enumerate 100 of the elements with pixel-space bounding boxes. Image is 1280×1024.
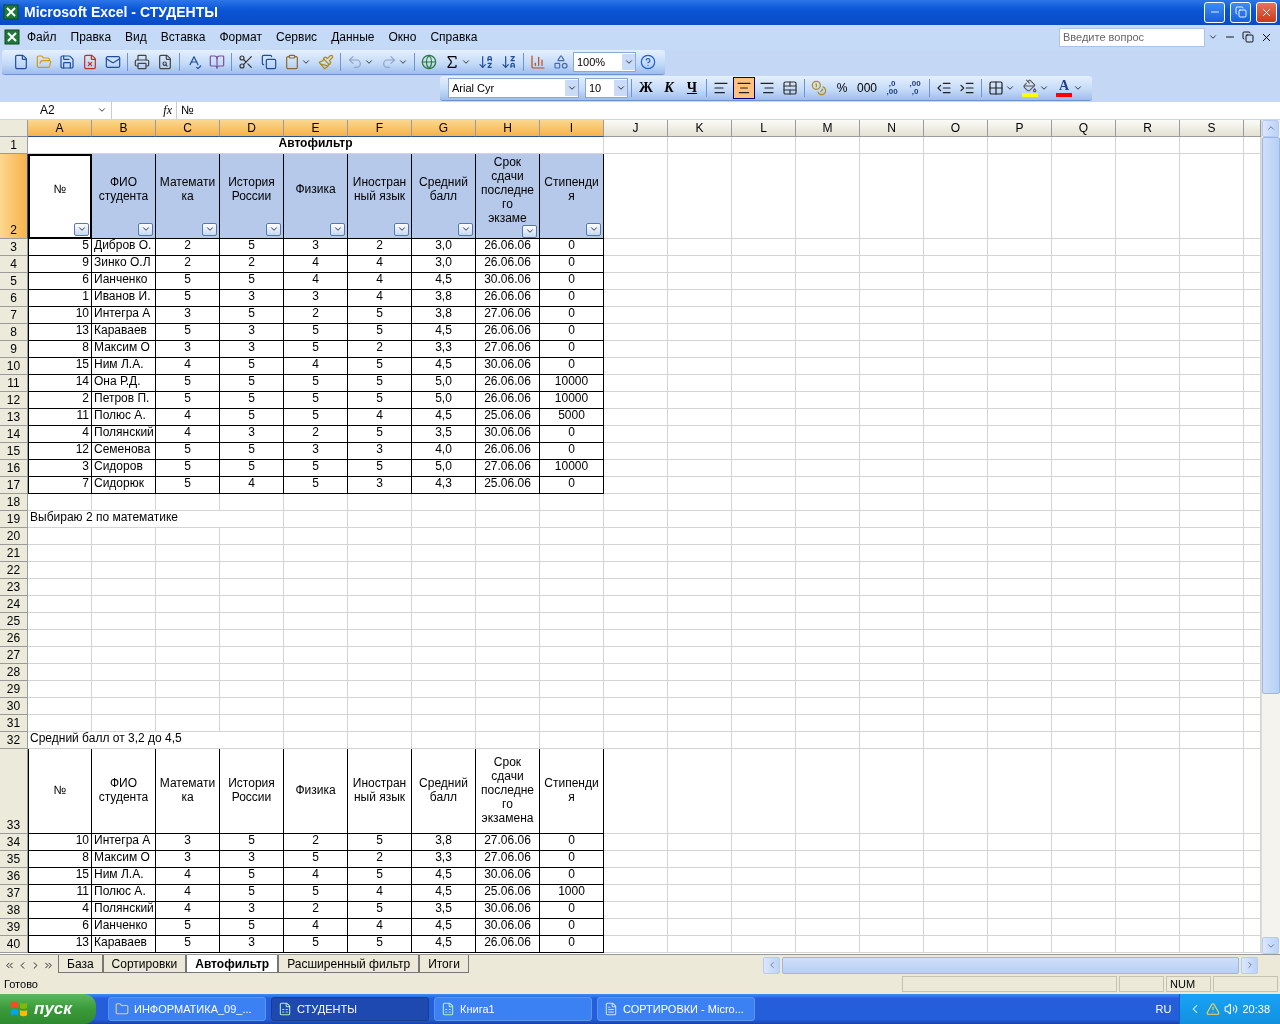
- status-text: Готово: [3, 978, 39, 991]
- filter-button[interactable]: [586, 222, 601, 236]
- taskbar-button[interactable]: Книга1: [434, 997, 592, 1021]
- thousands-button[interactable]: 000: [854, 77, 881, 100]
- start-button[interactable]: пуск: [0, 994, 96, 1024]
- taskbar-button[interactable]: СОРТИРОВКИ - Micro...: [597, 997, 755, 1021]
- menu-item[interactable]: Окно: [381, 28, 424, 47]
- table-cell: 2: [312, 423, 319, 441]
- restore-button[interactable]: [1230, 2, 1251, 23]
- decrease-decimal-button[interactable]: ,00 ,0: [904, 77, 927, 100]
- workbook-restore-button[interactable]: [1239, 31, 1257, 44]
- vertical-scrollbar[interactable]: [1261, 119, 1280, 954]
- column-header[interactable]: E: [284, 119, 348, 137]
- filter-button[interactable]: [522, 224, 537, 238]
- column-header[interactable]: [1244, 119, 1261, 137]
- table-cell: 30.06.06: [484, 865, 531, 883]
- column-header[interactable]: I: [540, 119, 604, 137]
- menu-item[interactable]: Сервис: [269, 28, 325, 47]
- column-header[interactable]: K: [668, 119, 732, 137]
- column-heading: История России: [228, 174, 275, 203]
- table-cell: 4: [184, 865, 191, 883]
- help-search-field[interactable]: Введите вопрос: [1059, 27, 1205, 47]
- table-cell: 26.06.06: [484, 372, 531, 390]
- filter-button[interactable]: [394, 222, 409, 236]
- formula-field[interactable]: №: [176, 101, 1280, 119]
- close-button[interactable]: [1256, 2, 1277, 23]
- insert-function-button[interactable]: fx: [112, 102, 176, 118]
- table-cell: 5: [184, 440, 191, 458]
- column-header[interactable]: F: [348, 119, 412, 137]
- increase-decimal-button[interactable]: ,0 ,00: [881, 77, 904, 100]
- table-cell: 5: [312, 848, 319, 866]
- align-center-button[interactable]: [733, 77, 755, 100]
- sheet-tab[interactable]: Сортировки: [102, 955, 187, 973]
- filter-button[interactable]: [74, 222, 89, 236]
- filter-button[interactable]: [330, 222, 345, 236]
- spellcheck-icon: [186, 54, 202, 71]
- column-header[interactable]: M: [796, 119, 860, 137]
- menu-item[interactable]: Файл: [20, 28, 64, 47]
- percent-button[interactable]: %: [831, 77, 853, 100]
- column-header[interactable]: P: [988, 119, 1052, 137]
- table-cell: 0: [568, 236, 575, 254]
- filter-button[interactable]: [202, 222, 217, 236]
- minimize-button[interactable]: [1204, 2, 1225, 23]
- column-header[interactable]: O: [924, 119, 988, 137]
- taskbar-button[interactable]: СТУДЕНТЫ: [271, 997, 429, 1021]
- language-indicator[interactable]: RU: [1155, 1003, 1180, 1015]
- menu-item[interactable]: Правка: [63, 28, 119, 47]
- column-header[interactable]: Q: [1052, 119, 1116, 137]
- filter-button[interactable]: [458, 222, 473, 236]
- table-cell: 3,0: [435, 253, 452, 271]
- table-cell: 4,0: [435, 440, 452, 458]
- column-header[interactable]: A: [28, 119, 92, 137]
- column-header[interactable]: H: [476, 119, 540, 137]
- sheet-tab[interactable]: Расширенный фильтр: [278, 955, 420, 973]
- column-header[interactable]: J: [604, 119, 668, 137]
- column-header[interactable]: L: [732, 119, 796, 137]
- table-cell: 26.06.06: [484, 933, 531, 951]
- horizontal-scrollbar[interactable]: [763, 956, 1258, 974]
- volume-icon[interactable]: [1224, 1002, 1239, 1016]
- table-cell: 26.06.06: [484, 287, 531, 305]
- column-header[interactable]: N: [860, 119, 924, 137]
- taskbar-button[interactable]: ИНФОРМАТИКА_09_...: [108, 997, 266, 1021]
- column-header[interactable]: R: [1116, 119, 1180, 137]
- menu-item[interactable]: Вид: [118, 28, 154, 47]
- underline-button[interactable]: Ч: [681, 77, 703, 100]
- column-heading: Средний балл: [419, 174, 468, 203]
- filter-button[interactable]: [266, 222, 281, 236]
- table-cell: Ним Л.А.: [94, 355, 144, 373]
- column-header[interactable]: S: [1180, 119, 1244, 137]
- table-cell: 3: [312, 236, 319, 254]
- font-field[interactable]: Arial Cyr: [448, 78, 579, 99]
- document-x-icon: [82, 54, 98, 71]
- column-heading: Иностран ный язык: [352, 776, 407, 805]
- menu-item[interactable]: Вставка: [153, 28, 213, 47]
- column-header[interactable]: D: [220, 119, 284, 137]
- row-header[interactable]: 2: [0, 153, 28, 239]
- column-header[interactable]: C: [156, 119, 220, 137]
- font-color-button[interactable]: A: [1053, 77, 1087, 100]
- table-cell: 0: [568, 287, 575, 305]
- sheet-tab[interactable]: Автофильтр: [186, 955, 279, 973]
- column-header[interactable]: G: [412, 119, 476, 137]
- table-cell: 1: [82, 287, 89, 305]
- menu-item[interactable]: Данные: [324, 28, 382, 47]
- windows-logo-icon: [10, 1000, 28, 1018]
- font-size-field[interactable]: 10: [585, 78, 628, 99]
- sheet-tab[interactable]: Итоги: [419, 955, 469, 973]
- menu-item[interactable]: Справка: [423, 28, 485, 47]
- table-cell: 2: [376, 848, 383, 866]
- bold-button[interactable]: Ж: [635, 77, 657, 100]
- table-cell: 5,0: [435, 457, 452, 475]
- row-header[interactable]: 33: [0, 748, 28, 834]
- filter-button[interactable]: [138, 222, 153, 236]
- merge-cells-icon: [782, 80, 798, 97]
- italic-button[interactable]: К: [658, 77, 680, 100]
- table-cell: 5: [376, 933, 383, 951]
- zoom-field[interactable]: 100%: [573, 52, 636, 73]
- sheet-tab[interactable]: База: [58, 955, 103, 973]
- column-heading: Математи ка: [159, 776, 216, 805]
- column-header[interactable]: B: [92, 119, 156, 137]
- menu-item[interactable]: Формат: [212, 28, 270, 47]
